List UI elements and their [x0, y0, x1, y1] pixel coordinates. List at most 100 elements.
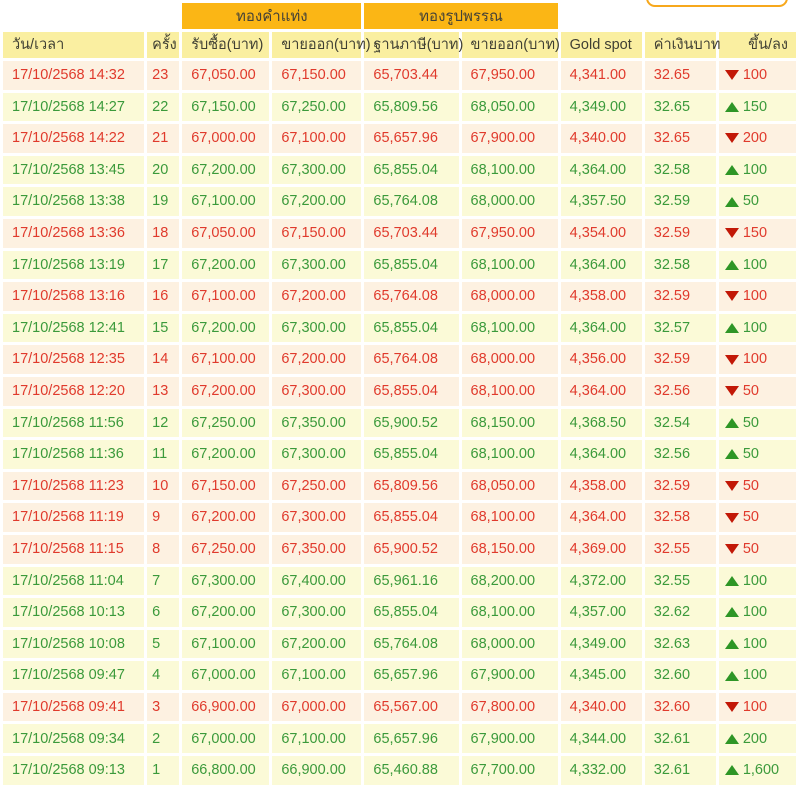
datetime-cell: 17/10/2568 12:20 — [3, 376, 145, 406]
tax-base-cell: 65,855.04 — [364, 250, 459, 280]
down-arrow-icon — [724, 354, 739, 365]
gold-spot-cell: 4,345.00 — [560, 661, 642, 690]
bar-buy-cell: 67,050.00 — [182, 61, 270, 90]
table-row: 17/10/2568 13:19 17 67,200.00 67,300.00 65,8… — [3, 250, 796, 280]
bar-sell-cell: 67,100.00 — [272, 724, 362, 754]
change-cell: 100 — [718, 598, 796, 627]
datetime-cell: 17/10/2568 11:04 — [3, 566, 145, 596]
ornament-sell-cell: 68,050.00 — [461, 92, 558, 122]
baht-rate-cell: 32.59 — [644, 282, 716, 311]
column-header-row: วัน/เวลา ครั้ง รับซื้อ(บาท) ขายออก(บาท) … — [3, 32, 796, 58]
bar-sell-cell: 67,000.00 — [272, 692, 362, 722]
ornament-sell-cell: 68,100.00 — [461, 376, 558, 406]
bar-sell-cell: 67,100.00 — [272, 661, 362, 690]
change-cell: 100 — [718, 155, 796, 185]
up-arrow-icon — [724, 670, 739, 681]
change-cell: 50 — [718, 440, 796, 469]
datetime-cell: 17/10/2568 09:34 — [3, 724, 145, 754]
change-value: 150 — [742, 225, 768, 242]
change-cell: 50 — [718, 534, 796, 564]
count-cell: 17 — [147, 250, 180, 280]
gold-spot-cell: 4,357.00 — [560, 598, 642, 627]
change-cell: 100 — [718, 313, 796, 343]
down-arrow-icon — [724, 702, 739, 713]
ornament-sell-cell: 67,900.00 — [461, 661, 558, 690]
bar-buy-cell: 67,200.00 — [182, 598, 270, 627]
gold-spot-cell: 4,364.00 — [560, 440, 642, 469]
gold-spot-cell: 4,369.00 — [560, 534, 642, 564]
datetime-cell: 17/10/2568 14:27 — [3, 92, 145, 122]
bar-buy-cell: 67,300.00 — [182, 566, 270, 596]
datetime-cell: 17/10/2568 14:32 — [3, 61, 145, 90]
count-cell: 16 — [147, 282, 180, 311]
bar-sell-cell: 67,150.00 — [272, 61, 362, 90]
datetime-cell: 17/10/2568 09:41 — [3, 692, 145, 722]
ornament-sell-cell: 67,950.00 — [461, 218, 558, 248]
gold-spot-cell: 4,340.00 — [560, 692, 642, 722]
datetime-cell: 17/10/2568 11:56 — [3, 408, 145, 438]
ornament-sell-cell: 68,100.00 — [461, 250, 558, 280]
change-cell: 50 — [718, 187, 796, 216]
datetime-cell: 17/10/2568 11:23 — [3, 471, 145, 501]
change-value: 100 — [742, 635, 768, 652]
ornament-sell-cell: 68,200.00 — [461, 566, 558, 596]
date-time-column-header: วัน/เวลา — [3, 32, 145, 58]
gold-spot-cell: 4,368.50 — [560, 408, 642, 438]
ornament-sell-cell: 68,000.00 — [461, 629, 558, 659]
tax-base-cell: 65,855.04 — [364, 440, 459, 469]
baht-rate-cell: 32.60 — [644, 661, 716, 690]
count-cell: 23 — [147, 61, 180, 90]
datetime-cell: 17/10/2568 09:13 — [3, 756, 145, 785]
bar-sell-cell: 67,300.00 — [272, 250, 362, 280]
gold-ornament-group-header: ทองรูปพรรณ — [364, 3, 558, 29]
table-row: 17/10/2568 09:47 4 67,000.00 67,100.00 65,65… — [3, 661, 796, 690]
baht-rate-cell: 32.59 — [644, 471, 716, 501]
table-row: 17/10/2568 11:23 10 67,150.00 67,250.00 65,8… — [3, 471, 796, 501]
bar-buy-cell: 66,800.00 — [182, 756, 270, 785]
tax-base-cell: 65,567.00 — [364, 692, 459, 722]
bar-sell-cell: 67,300.00 — [272, 313, 362, 343]
baht-rate-cell: 32.59 — [644, 345, 716, 374]
tax-base-column-header: ฐานภาษี(บาท) — [364, 32, 463, 58]
tax-base-cell: 65,764.08 — [364, 187, 459, 216]
baht-rate-cell: 32.54 — [644, 408, 716, 438]
bar-buy-cell: 67,200.00 — [182, 503, 270, 532]
baht-rate-cell: 32.55 — [644, 566, 716, 596]
bar-sell-cell: 67,300.00 — [272, 598, 362, 627]
count-cell: 5 — [147, 629, 180, 659]
gold-spot-cell: 4,341.00 — [560, 61, 642, 90]
datetime-cell: 17/10/2568 13:36 — [3, 218, 145, 248]
tax-base-cell: 65,764.08 — [364, 282, 459, 311]
datetime-cell: 17/10/2568 13:16 — [3, 282, 145, 311]
tax-base-cell: 65,764.08 — [364, 345, 459, 374]
bar-buy-cell: 67,100.00 — [182, 282, 270, 311]
gold-spot-cell: 4,349.00 — [560, 629, 642, 659]
bar-sell-cell: 67,200.00 — [272, 187, 362, 216]
bar-buy-cell: 67,000.00 — [182, 124, 270, 153]
datetime-cell: 17/10/2568 12:41 — [3, 313, 145, 343]
baht-rate-cell: 32.56 — [644, 440, 716, 469]
tax-base-cell: 65,460.88 — [364, 756, 459, 785]
count-cell: 8 — [147, 534, 180, 564]
gold-spot-cell: 4,372.00 — [560, 566, 642, 596]
count-cell: 18 — [147, 218, 180, 248]
change-value: 50 — [742, 446, 759, 463]
bar-buy-cell: 67,100.00 — [182, 345, 270, 374]
table-row: 17/10/2568 11:56 12 67,250.00 67,350.00 65,9… — [3, 408, 796, 438]
bar-buy-cell: 67,200.00 — [182, 376, 270, 406]
datetime-cell: 17/10/2568 10:13 — [3, 598, 145, 627]
baht-rate-cell: 32.61 — [644, 756, 716, 785]
gold-spot-cell: 4,364.00 — [560, 250, 642, 280]
tax-base-cell: 65,657.96 — [364, 724, 459, 754]
gold-spot-cell: 4,364.00 — [560, 376, 642, 406]
count-cell: 13 — [147, 376, 180, 406]
table-row: 17/10/2568 09:34 2 67,000.00 67,100.00 65,65… — [3, 724, 796, 754]
gold-spot-cell: 4,340.00 — [560, 124, 642, 153]
table-row: 17/10/2568 11:04 7 67,300.00 67,400.00 65,96… — [3, 566, 796, 596]
up-arrow-icon — [724, 607, 739, 618]
ornament-sell-cell: 67,950.00 — [461, 61, 558, 90]
change-cell: 50 — [718, 503, 796, 532]
table-row: 17/10/2568 09:41 3 66,900.00 67,000.00 65,56… — [3, 692, 796, 722]
tax-base-cell: 65,657.96 — [364, 661, 459, 690]
bar-sell-cell: 67,350.00 — [272, 534, 362, 564]
